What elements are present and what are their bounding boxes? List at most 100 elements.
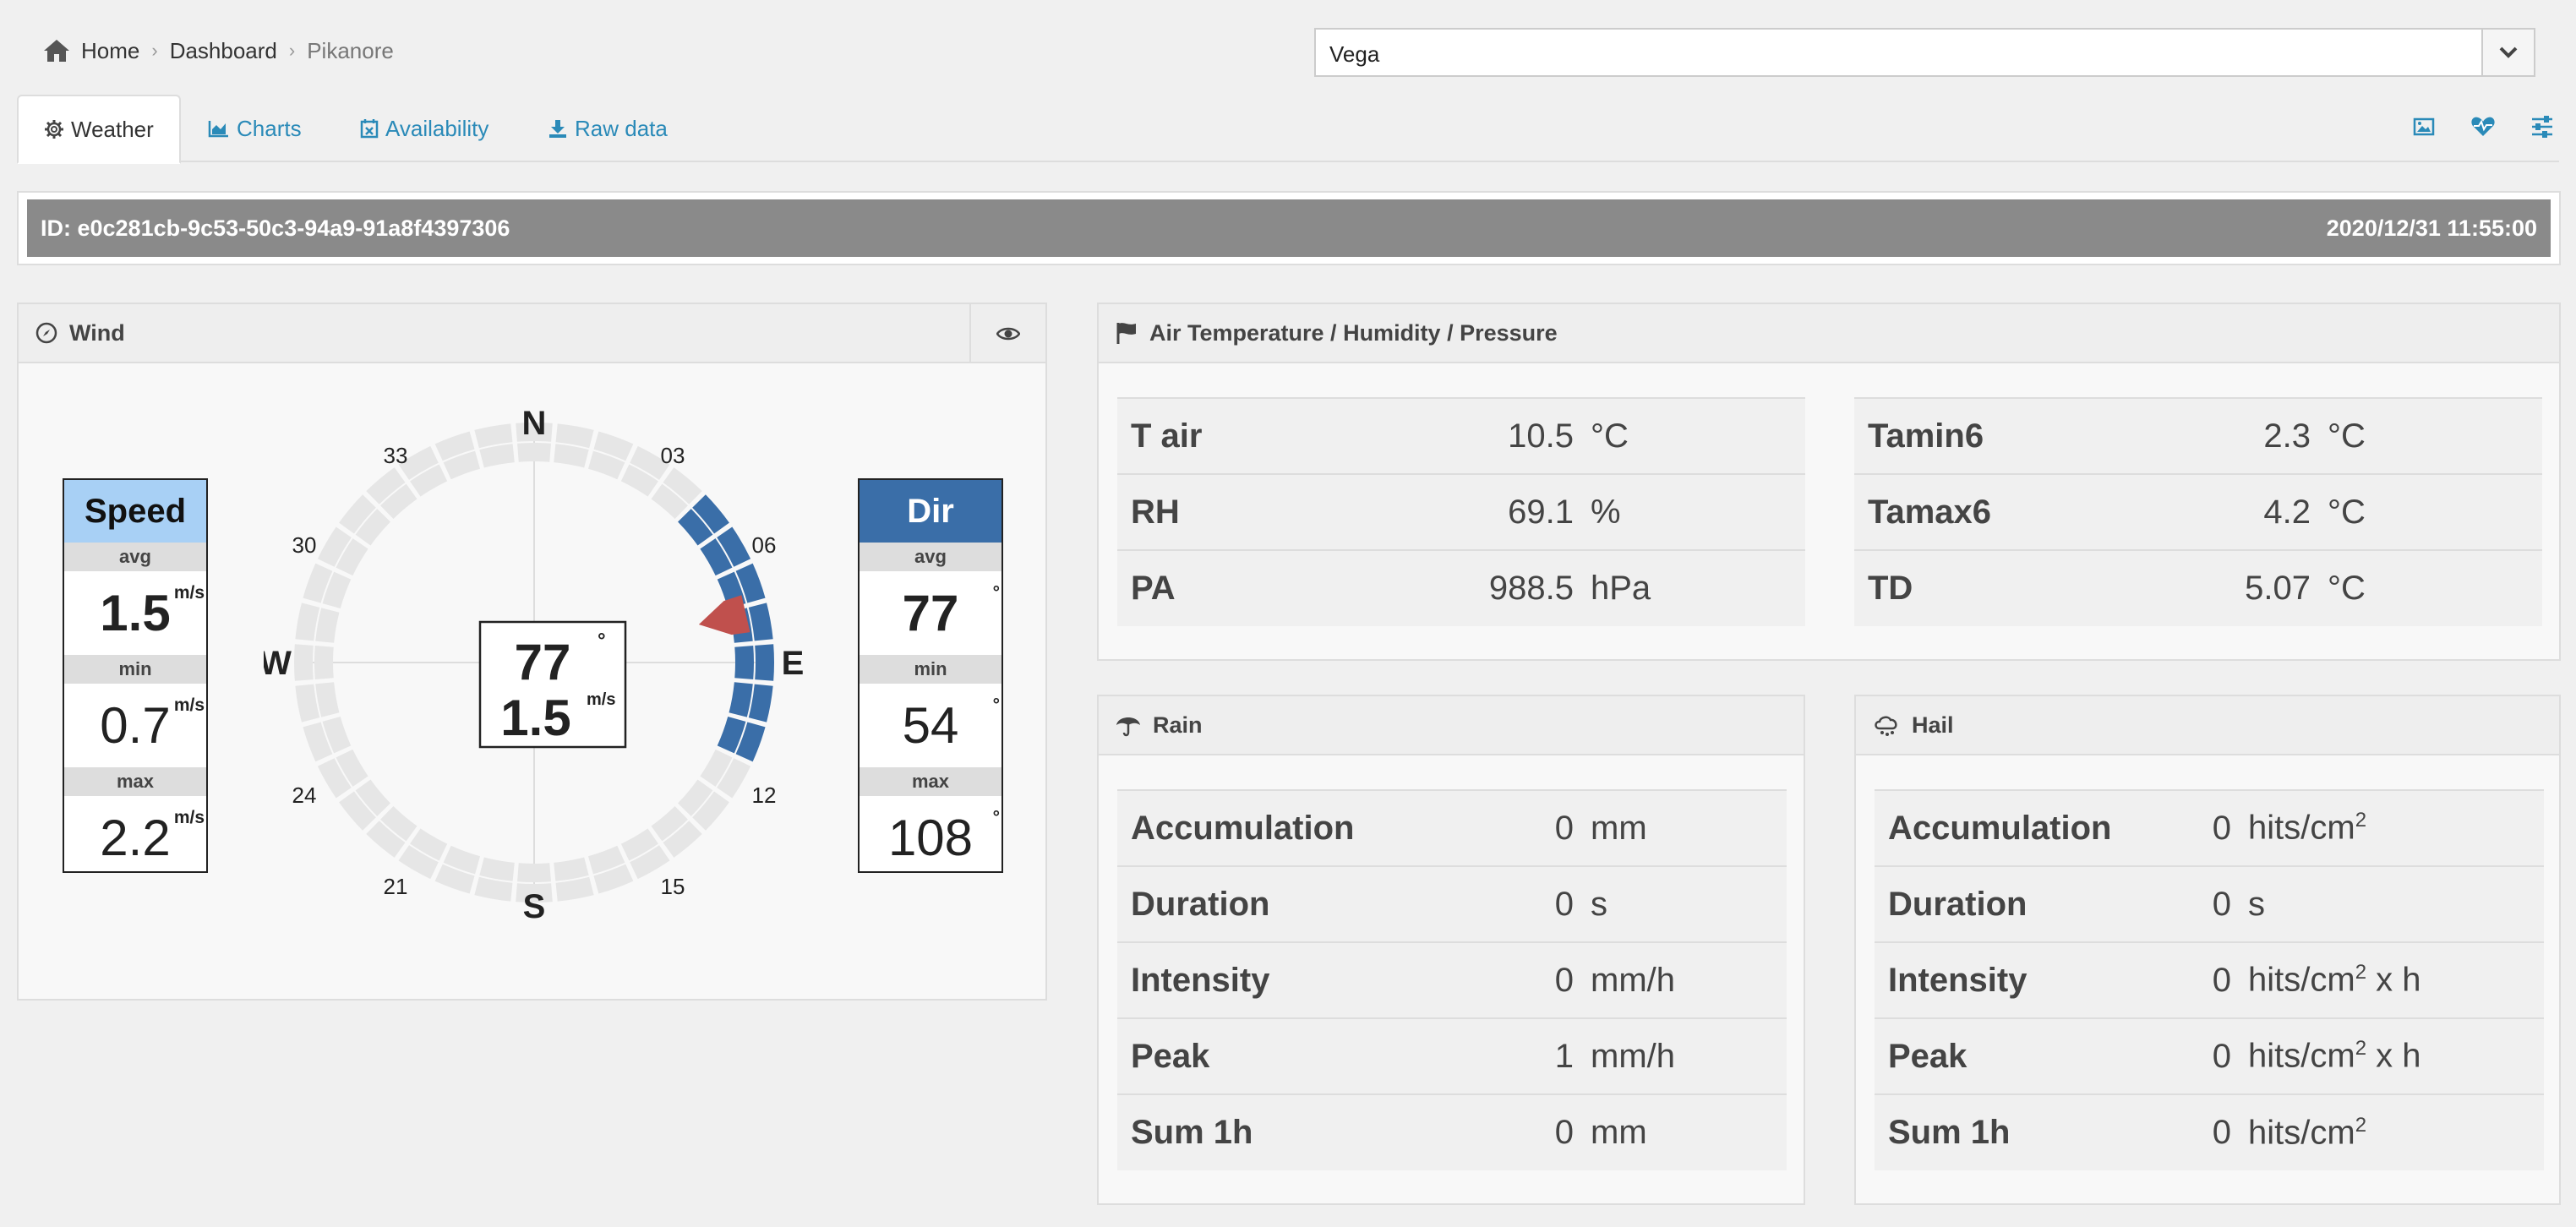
wind-speed-box: Speed avg 1.5 m/s min 0.7 m/s max 2.2 m/…	[63, 478, 208, 873]
hail-unit: s	[2248, 865, 2544, 942]
wind-direction-max: 108	[887, 810, 974, 866]
rain-label: Peak	[1117, 1017, 1523, 1094]
health-button[interactable]	[2466, 110, 2500, 144]
rain-unit: mm/h	[1591, 941, 1787, 1018]
flag-icon	[1116, 323, 1136, 344]
image-button[interactable]	[2407, 110, 2441, 144]
hail-label: Sum 1h	[1875, 1093, 2196, 1170]
tab-charts[interactable]: Charts	[183, 95, 327, 162]
gear-icon	[45, 120, 63, 139]
wind-direction-unit: °	[992, 695, 1000, 715]
download-icon	[549, 120, 566, 138]
wind-direction-unit: °	[992, 583, 1000, 603]
hail-panel: Hail Accumulation 0 hits/cm2 Duration 0 s In…	[1854, 695, 2561, 1205]
wind-panel-header: Wind	[19, 304, 1045, 363]
compass-segment	[314, 646, 334, 679]
compass-label-w: W	[264, 645, 292, 682]
wind-speed-unit: m/s	[173, 808, 205, 827]
wind-speed-avg-value: 1.5 m/s	[64, 571, 206, 655]
tab-availability-label: Availability	[385, 115, 489, 141]
wind-direction-min-label: min	[860, 655, 1001, 684]
air-panel-header: Air Temperature / Humidity / Pressure	[1099, 304, 2559, 363]
wind-speed-unit: m/s	[173, 695, 205, 715]
tab-availability[interactable]: Availability	[335, 95, 514, 162]
air-label: Tamin6	[1854, 397, 2158, 474]
rain-unit: mm	[1591, 789, 1787, 866]
air-panel: Air Temperature / Humidity / Pressure T …	[1097, 303, 2561, 661]
compass-label-33: 33	[384, 443, 408, 468]
air-label: PA	[1117, 549, 1422, 626]
sliders-icon	[2532, 116, 2552, 138]
wind-speed-min: 0.7	[100, 697, 171, 754]
wind-speed-max: 2.2	[100, 810, 171, 866]
station-select[interactable]: Vega	[1314, 28, 2535, 77]
breadcrumb-dashboard-link[interactable]: Dashboard	[170, 38, 277, 64]
select-toggle-button[interactable]	[2481, 30, 2534, 75]
table-row: Peak 1 mm/h	[1117, 1017, 1787, 1094]
rain-value: 0	[1523, 941, 1591, 1018]
hail-unit-sup: 2	[2355, 1037, 2367, 1061]
compass-label-30: 30	[292, 532, 317, 558]
table-row: Accumulation 0 hits/cm2	[1875, 789, 2544, 866]
hail-label: Intensity	[1875, 941, 2196, 1018]
rain-panel-title: Rain	[1153, 712, 1203, 738]
compass-segment	[554, 857, 589, 881]
settings-button[interactable]	[2525, 110, 2559, 144]
rain-label: Sum 1h	[1117, 1093, 1523, 1170]
table-row: Peak 0 hits/cm2 x h	[1875, 1017, 2544, 1094]
air-label: TD	[1854, 549, 2158, 626]
hail-unit-suffix: x h	[2366, 1037, 2421, 1075]
cloud-hail-icon	[1875, 716, 1897, 736]
air-unit: hPa	[1591, 549, 1805, 626]
wind-direction-unit: °	[992, 808, 1000, 827]
air-unit: °C	[1591, 397, 1805, 474]
compass-segment	[748, 603, 773, 641]
air-unit: %	[1591, 473, 1805, 550]
hail-unit-suffix: x h	[2366, 961, 2421, 999]
compass-center-speed: 1.5	[500, 690, 570, 746]
wind-view-toggle-button[interactable]	[969, 304, 1045, 363]
hail-unit-text: hits/cm	[2248, 961, 2355, 999]
wind-direction-min: 54	[902, 697, 959, 754]
hail-unit-text: hits/cm	[2248, 809, 2355, 847]
compass-label-03: 03	[661, 443, 685, 468]
wind-direction-min-value: 54 °	[860, 684, 1001, 767]
air-panel-title: Air Temperature / Humidity / Pressure	[1149, 319, 1558, 346]
rain-unit: mm	[1591, 1093, 1787, 1170]
air-value: 2.3	[2158, 397, 2328, 474]
compass-label-e: E	[782, 645, 805, 682]
area-chart-icon	[208, 121, 228, 138]
station-timestamp: 2020/12/31 11:55:00	[2326, 215, 2537, 241]
wind-direction-max-label: max	[860, 767, 1001, 796]
wind-speed-max-value: 2.2 m/s	[64, 796, 206, 880]
hail-value: 0	[2196, 1017, 2248, 1094]
compass-center-direction-unit: °	[598, 630, 606, 652]
air-table-right: Tamin6 2.3 °C Tamax6 4.2 °C TD 5.07 °C	[1854, 397, 2542, 626]
table-row: Duration 0 s	[1875, 865, 2544, 942]
tab-raw-data[interactable]: Raw data	[522, 95, 693, 162]
hail-unit: hits/cm2	[2248, 1093, 2544, 1170]
compass-segment	[517, 443, 551, 462]
breadcrumb-home-link[interactable]: Home	[81, 38, 139, 64]
compass-center-direction: 77	[515, 634, 571, 690]
hail-unit-sup: 2	[2355, 961, 2367, 984]
hail-panel-title: Hail	[1912, 712, 1954, 738]
compass-segment	[555, 876, 594, 902]
rain-unit: mm/h	[1591, 1017, 1787, 1094]
wind-compass: 77 ° 1.5 m/s N E S W 03 06 12 15 21 24 3…	[264, 405, 805, 924]
hail-panel-header: Hail	[1856, 696, 2559, 755]
hail-unit-sup: 2	[2355, 809, 2367, 832]
wind-direction-box: Dir avg 77 ° min 54 ° max 108 °	[858, 478, 1003, 873]
calendar-x-icon	[360, 119, 379, 139]
compass-segment	[555, 423, 594, 449]
hail-value: 0	[2196, 865, 2248, 942]
rain-value: 0	[1523, 1093, 1591, 1170]
rain-label: Intensity	[1117, 941, 1523, 1018]
station-select-value[interactable]: Vega	[1316, 30, 2481, 75]
wind-speed-title: Speed	[64, 480, 206, 543]
hail-value: 0	[2196, 1093, 2248, 1170]
compass-label-12: 12	[752, 783, 777, 808]
compass-label-n: N	[522, 405, 547, 442]
compass-segment	[315, 608, 340, 643]
tab-weather[interactable]: Weather	[17, 95, 181, 164]
